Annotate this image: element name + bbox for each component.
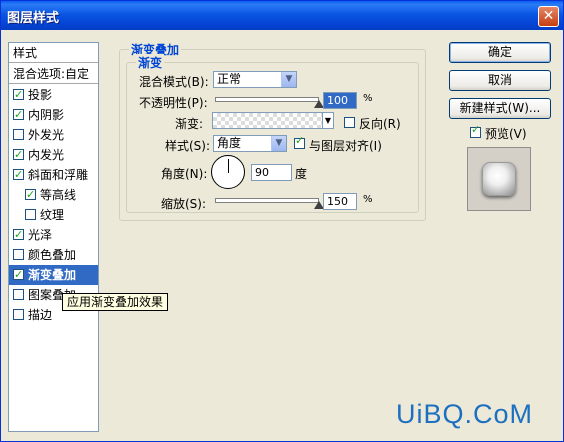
sidebar-item-checkbox[interactable]	[13, 165, 24, 185]
subgroup-title: 渐变	[136, 54, 165, 71]
angle-unit: 度	[295, 167, 308, 181]
styles-header[interactable]: 样式	[9, 43, 98, 63]
sidebar-item-label: 内发光	[28, 148, 65, 162]
sidebar-item-checkbox[interactable]	[25, 209, 36, 220]
gradient-preview[interactable]	[212, 112, 323, 129]
angle-label: 角度(N):	[161, 167, 208, 181]
preview-checkbox[interactable]	[470, 123, 481, 138]
style-list: 样式 混合选项:自定 投影内阴影外发光内发光斜面和浮雕等高线纹理光泽颜色叠加渐变…	[8, 42, 99, 432]
blend-mode-label: 混合模式(B):	[139, 75, 209, 89]
sidebar-item-checkbox[interactable]	[13, 265, 24, 285]
styles-header-label: 样式	[13, 46, 38, 60]
tooltip: 应用渐变叠加效果	[62, 293, 169, 311]
sidebar-item[interactable]: 外发光	[9, 125, 98, 145]
sidebar-item-label: 纹理	[40, 208, 65, 222]
sidebar-item-label: 光泽	[28, 228, 53, 242]
opacity-label: 不透明性(P):	[139, 96, 208, 110]
sidebar-item-checkbox[interactable]	[13, 145, 24, 165]
chevron-down-icon: ▼	[324, 116, 332, 125]
style-select[interactable]: 角度 ▼	[213, 135, 287, 152]
blend-mode-value: 正常	[217, 72, 242, 86]
close-button[interactable]: ✕	[538, 6, 559, 27]
blend-options-item[interactable]: 混合选项:自定	[9, 64, 98, 84]
sidebar-item-label: 外发光	[28, 128, 65, 142]
sidebar-item-label: 描边	[28, 308, 53, 322]
scale-label: 缩放(S):	[161, 197, 207, 211]
scale-unit: %	[363, 194, 373, 205]
sidebar-item[interactable]: 内阴影	[9, 105, 98, 125]
scale-input[interactable]: 150	[323, 193, 357, 210]
blend-options-label: 混合选项:自定	[13, 67, 90, 81]
chevron-down-icon: ▼	[271, 136, 286, 151]
sidebar-item[interactable]: 颜色叠加	[9, 245, 98, 265]
reverse-label: 反向(R)	[359, 117, 401, 131]
sidebar-item-label: 斜面和浮雕	[28, 168, 89, 182]
sidebar-item[interactable]: 渐变叠加	[9, 265, 98, 285]
align-with-layer-checkbox[interactable]	[294, 134, 305, 149]
opacity-slider[interactable]	[215, 97, 319, 102]
reverse-checkbox[interactable]	[344, 117, 355, 128]
opacity-unit: %	[363, 93, 373, 104]
style-preview	[467, 147, 531, 211]
title-bar[interactable]: 图层样式 ✕	[1, 1, 563, 30]
sidebar-item[interactable]: 投影	[9, 85, 98, 105]
preview-swatch	[482, 162, 516, 196]
sidebar-item-label: 等高线	[40, 188, 77, 202]
sidebar-item-label: 渐变叠加	[28, 268, 77, 282]
sidebar-item-checkbox[interactable]	[13, 85, 24, 105]
gradient-dropdown[interactable]: ▼	[323, 112, 334, 129]
opacity-input[interactable]: 100	[323, 92, 357, 109]
sidebar-item[interactable]: 内发光	[9, 145, 98, 165]
sidebar-item-label: 颜色叠加	[28, 248, 77, 262]
chevron-down-icon: ▼	[281, 72, 296, 87]
sidebar-item[interactable]: 纹理	[9, 205, 98, 225]
new-style-button[interactable]: 新建样式(W)...	[449, 98, 551, 119]
style-value: 角度	[217, 136, 242, 150]
sidebar-item-checkbox[interactable]	[13, 225, 24, 245]
sidebar-item-checkbox[interactable]	[13, 105, 24, 125]
style-label: 样式(S):	[165, 139, 211, 153]
sidebar-item-checkbox[interactable]	[13, 289, 24, 300]
blend-mode-select[interactable]: 正常 ▼	[213, 71, 297, 88]
preview-label: 预览(V)	[485, 127, 527, 141]
layer-style-dialog: 图层样式 ✕ 样式 混合选项:自定 投影内阴影外发光内发光斜面和浮雕等高线纹理光…	[0, 0, 564, 442]
dialog-title: 图层样式	[7, 11, 60, 26]
sidebar-item[interactable]: 等高线	[9, 185, 98, 205]
sidebar-item[interactable]: 斜面和浮雕	[9, 165, 98, 185]
watermark-logo: UiBQ.CoM	[396, 399, 534, 429]
angle-dial[interactable]	[211, 155, 245, 189]
close-icon: ✕	[542, 8, 555, 24]
sidebar-item[interactable]: 光泽	[9, 225, 98, 245]
ok-button[interactable]: 确定	[449, 42, 551, 63]
gradient-label: 渐变:	[175, 117, 204, 131]
sidebar-item-checkbox[interactable]	[25, 185, 36, 205]
scale-slider[interactable]	[215, 198, 319, 203]
sidebar-item-label: 投影	[28, 88, 53, 102]
sidebar-item-label: 内阴影	[28, 108, 65, 122]
cancel-button[interactable]: 取消	[449, 70, 551, 91]
align-with-layer-label: 与图层对齐(I)	[309, 139, 382, 153]
sidebar-item-checkbox[interactable]	[13, 309, 24, 320]
sidebar-item-checkbox[interactable]	[13, 129, 24, 140]
sidebar-item-checkbox[interactable]	[13, 249, 24, 260]
angle-input[interactable]: 90	[251, 164, 292, 181]
